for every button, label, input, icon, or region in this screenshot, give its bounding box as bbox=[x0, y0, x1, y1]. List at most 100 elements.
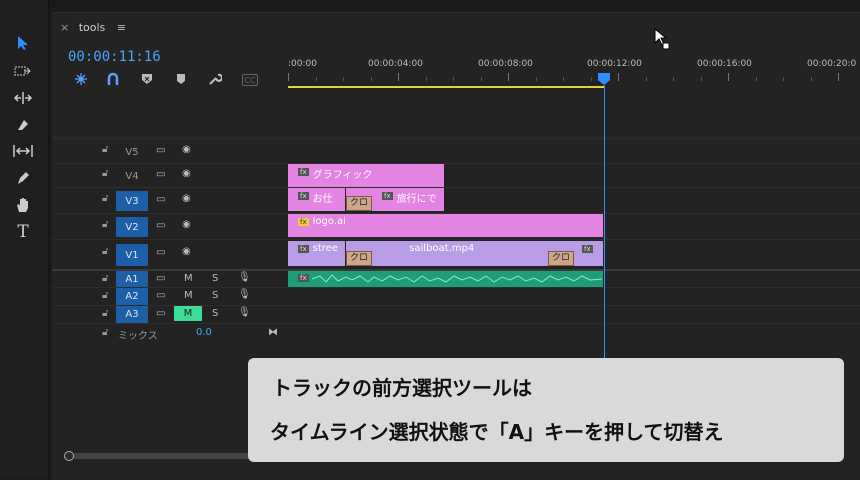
solo-button[interactable]: S bbox=[212, 290, 218, 301]
type-tool-icon[interactable]: T bbox=[10, 221, 36, 243]
ruler-tick bbox=[343, 77, 344, 81]
clip-name: logo.ai bbox=[312, 216, 346, 227]
fx-badge: fx bbox=[582, 245, 593, 253]
lock-icon[interactable]: 🔓︎ bbox=[102, 273, 108, 284]
pen-tool-icon[interactable] bbox=[10, 167, 36, 189]
sync-lock-icon[interactable]: ▭ bbox=[156, 290, 165, 301]
close-icon[interactable]: × bbox=[60, 21, 69, 34]
cross-dissolve-transition[interactable]: クロ bbox=[346, 196, 373, 211]
eye-icon[interactable]: ◉ bbox=[182, 168, 191, 179]
track-row-a2: 🔓︎ A2 ▭ M S 🎙︎ bbox=[52, 287, 860, 306]
ruler-tick bbox=[701, 77, 702, 81]
track-label-v4[interactable]: V4 bbox=[116, 166, 148, 186]
timeline-tab[interactable]: × tools ≡ bbox=[60, 21, 126, 34]
divider bbox=[52, 137, 860, 138]
caption-line-2: タイムライン選択状態で「A」キーを押して切替え bbox=[270, 420, 724, 444]
track-label-v5[interactable]: V5 bbox=[116, 142, 148, 162]
track-label-v3[interactable]: V3 bbox=[116, 191, 148, 211]
mix-volume-value[interactable]: 0.0 bbox=[196, 327, 212, 338]
cross-dissolve-transition[interactable]: クロ bbox=[548, 251, 575, 266]
lock-icon[interactable]: 🔓︎ bbox=[102, 219, 108, 230]
mute-button[interactable]: M bbox=[184, 273, 193, 284]
clip-graphic[interactable]: fx グラフィック bbox=[288, 164, 445, 187]
eye-icon[interactable]: ◉ bbox=[182, 246, 191, 257]
work-area-bar[interactable] bbox=[288, 86, 604, 88]
cross-dissolve-transition[interactable]: クロ bbox=[346, 251, 373, 266]
fx-badge: fx bbox=[298, 274, 309, 282]
clip-logo[interactable]: fx logo.ai bbox=[288, 214, 604, 237]
playhead-line[interactable] bbox=[604, 85, 605, 405]
lock-icon[interactable]: 🔓︎ bbox=[102, 193, 108, 204]
lock-icon[interactable]: 🔓︎ bbox=[102, 308, 108, 319]
scrollbar-start-handle[interactable] bbox=[64, 451, 74, 461]
eye-icon[interactable]: ◉ bbox=[182, 144, 191, 155]
track-label-a1[interactable]: A1 bbox=[116, 271, 148, 288]
lock-icon[interactable]: 🔓︎ bbox=[102, 168, 108, 179]
instruction-caption: トラックの前方選択ツールは タイムライン選択状態で「A」キーを押して切替え bbox=[248, 358, 844, 462]
ripple-edit-tool-icon[interactable] bbox=[10, 87, 36, 109]
wrench-icon[interactable] bbox=[206, 71, 224, 87]
timeline-zoom-scrollbar[interactable] bbox=[64, 451, 280, 461]
time-ruler[interactable]: :00:00 00:00:04:00 00:00:08:00 00:00:12:… bbox=[288, 51, 860, 87]
lock-icon[interactable]: 🔓︎ bbox=[102, 246, 108, 257]
mix-end-icon[interactable]: ⧓ bbox=[268, 327, 278, 338]
eye-icon[interactable]: ◉ bbox=[182, 219, 191, 230]
snap-icon[interactable] bbox=[72, 71, 90, 87]
clip-sailboat[interactable]: クロ クロ sailboat.mp4 fx bbox=[346, 241, 604, 266]
mute-button-active[interactable]: M bbox=[174, 306, 202, 321]
slip-tool-icon[interactable] bbox=[10, 140, 36, 162]
add-marker-icon[interactable] bbox=[138, 71, 156, 87]
razor-tool-icon[interactable] bbox=[10, 114, 36, 136]
marker-icon[interactable] bbox=[172, 71, 190, 87]
sync-lock-icon[interactable]: ▭ bbox=[156, 145, 165, 156]
sync-lock-icon[interactable]: ▭ bbox=[156, 220, 165, 231]
panel-menu-icon[interactable]: ≡ bbox=[117, 21, 126, 34]
playhead-timecode[interactable]: 00:00:11:16 bbox=[68, 49, 161, 65]
lock-icon[interactable]: 🔓︎ bbox=[102, 290, 108, 301]
ruler-tick bbox=[673, 77, 674, 81]
ruler-tick bbox=[838, 73, 839, 81]
ruler-tick bbox=[288, 73, 289, 81]
clip-v3-a[interactable]: fx お仕 bbox=[288, 188, 346, 211]
audio-clip-a1[interactable]: fx bbox=[288, 271, 604, 287]
lock-icon[interactable]: 🔓︎ bbox=[102, 144, 108, 155]
ruler-label: 00:00:20:0 bbox=[807, 59, 857, 69]
linked-selection-icon[interactable] bbox=[104, 71, 122, 87]
clip-v3-b[interactable]: クロ fx 旅行にで bbox=[346, 188, 445, 211]
captions-icon[interactable]: CC bbox=[242, 74, 258, 86]
selection-tool-icon[interactable] bbox=[10, 32, 36, 54]
fx-badge: fx bbox=[298, 192, 309, 200]
sync-lock-icon[interactable]: ▭ bbox=[156, 273, 165, 284]
sync-lock-icon[interactable]: ▭ bbox=[156, 194, 165, 205]
sync-lock-icon[interactable]: ▭ bbox=[156, 308, 165, 319]
lock-icon[interactable]: 🔓︎ bbox=[102, 327, 108, 338]
ruler-tick bbox=[426, 77, 427, 81]
microphone-icon[interactable]: 🎙︎ bbox=[238, 289, 251, 300]
solo-button[interactable]: S bbox=[212, 273, 218, 284]
ruler-label: 00:00:12:00 bbox=[587, 59, 642, 69]
track-label-v1[interactable]: V1 bbox=[116, 244, 148, 266]
ruler-label: 00:00:16:00 bbox=[697, 59, 752, 69]
track-row-v5: 🔓︎ V5 ▭ ◉ bbox=[52, 139, 860, 164]
track-label-v2[interactable]: V2 bbox=[116, 217, 148, 237]
clip-name: stree bbox=[312, 243, 338, 254]
sync-lock-icon[interactable]: ▭ bbox=[156, 247, 165, 258]
track-select-forward-tool-icon[interactable] bbox=[10, 60, 36, 82]
ruler-label: 00:00:04:00 bbox=[368, 59, 423, 69]
ruler-tick bbox=[756, 77, 757, 81]
fx-badge: fx bbox=[382, 192, 393, 200]
eye-icon[interactable]: ◉ bbox=[182, 193, 191, 204]
mute-button[interactable]: M bbox=[184, 290, 193, 301]
hand-tool-icon[interactable] bbox=[10, 194, 36, 216]
microphone-icon[interactable]: 🎙︎ bbox=[238, 272, 251, 283]
ruler-tick bbox=[316, 77, 317, 81]
sync-lock-icon[interactable]: ▭ bbox=[156, 169, 165, 180]
ruler-tick bbox=[646, 77, 647, 81]
microphone-icon[interactable]: 🎙︎ bbox=[238, 307, 251, 318]
sequence-name[interactable]: tools bbox=[79, 21, 106, 34]
solo-button[interactable]: S bbox=[212, 308, 218, 319]
track-label-a2[interactable]: A2 bbox=[116, 288, 148, 305]
track-row-v3: 🔓︎ V3 ▭ ◉ bbox=[52, 187, 860, 214]
track-label-a3[interactable]: A3 bbox=[116, 306, 148, 323]
clip-street[interactable]: fx stree bbox=[288, 241, 346, 266]
